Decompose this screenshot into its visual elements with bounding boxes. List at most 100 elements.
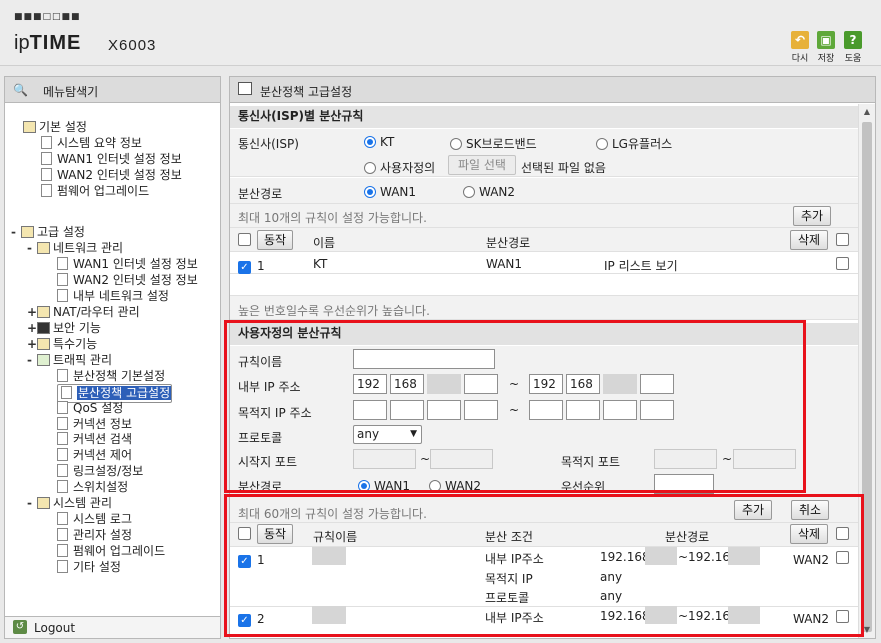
dest-ip-end-4[interactable] xyxy=(640,400,674,420)
start-port-to[interactable] xyxy=(430,449,493,469)
expand-toggle[interactable]: + xyxy=(27,305,37,319)
rule1-check[interactable]: ✓ xyxy=(238,551,251,568)
checkbox[interactable] xyxy=(836,527,849,540)
protocol-select[interactable]: any ▼ xyxy=(353,425,422,444)
save-button[interactable]: ▣ 저장 xyxy=(815,31,837,64)
inner-ip-start-3[interactable] xyxy=(427,374,461,394)
menu-item-system-summary[interactable]: 시스템 요약 정보 xyxy=(41,136,142,150)
logout-bar[interactable]: ↺ Logout xyxy=(5,616,220,638)
inner-ip-start-2[interactable]: 168 xyxy=(390,374,424,394)
radio-wan2[interactable] xyxy=(429,480,441,492)
custom-route-wan2[interactable]: WAN2 xyxy=(429,479,481,493)
checkbox[interactable] xyxy=(836,551,849,564)
menu-item-qos[interactable]: QoS 설정 xyxy=(57,401,123,415)
menu-item-link[interactable]: 링크설정/정보 xyxy=(57,464,143,478)
expand-toggle[interactable]: + xyxy=(27,337,37,351)
inner-ip-end-2[interactable]: 168 xyxy=(566,374,600,394)
menu-item-wan1-info[interactable]: WAN1 인터넷 설정 정보 xyxy=(41,152,182,166)
dest-ip-end-3[interactable] xyxy=(603,400,637,420)
isp-row-ip-list-link[interactable]: IP 리스트 보기 xyxy=(604,257,678,274)
checkbox-checked[interactable]: ✓ xyxy=(238,614,251,627)
menu-item-adv-wan1[interactable]: WAN1 인터넷 설정 정보 xyxy=(57,257,198,271)
isp-delete-button[interactable]: 삭제 xyxy=(790,230,828,250)
menu-item-etc[interactable]: 기타 설정 xyxy=(57,560,121,574)
isp-option-kt[interactable]: KT xyxy=(364,135,394,149)
menu-item-lan[interactable]: 내부 네트워크 설정 xyxy=(57,289,169,303)
rule-name-input[interactable] xyxy=(353,349,495,369)
rule2-delete-check[interactable] xyxy=(836,610,849,624)
menu-item-switch[interactable]: 스위치설정 xyxy=(57,480,128,494)
inner-ip-end-3[interactable] xyxy=(603,374,637,394)
radio-lg[interactable] xyxy=(596,138,608,150)
menu-item-conn-search[interactable]: 커넥션 검색 xyxy=(57,432,132,446)
menu-item-lb-basic[interactable]: 분산정책 기본설정 xyxy=(57,369,165,383)
menu-item-firmware-basic[interactable]: 펌웨어 업그레이드 xyxy=(41,184,149,198)
checkbox[interactable] xyxy=(836,610,849,623)
menu-item-syslog[interactable]: 시스템 로그 xyxy=(57,512,132,526)
back-button[interactable]: ↶ 다시 xyxy=(789,31,811,64)
checkbox[interactable] xyxy=(836,233,849,246)
menu-advanced-settings[interactable]: - 고급 설정 xyxy=(11,225,85,239)
menu-special[interactable]: + 특수기능 xyxy=(27,337,97,351)
isp-row-delete-check[interactable] xyxy=(836,257,849,271)
menu-basic-settings[interactable]: 기본 설정 xyxy=(23,120,87,134)
start-port-from[interactable] xyxy=(353,449,416,469)
radio-wan2[interactable] xyxy=(463,186,475,198)
radio-wan1[interactable] xyxy=(358,480,370,492)
checkbox[interactable] xyxy=(238,527,251,540)
expand-toggle[interactable]: + xyxy=(27,321,37,335)
custom-route-wan1[interactable]: WAN1 xyxy=(358,479,410,493)
dest-ip-start-3[interactable] xyxy=(427,400,461,420)
help-button[interactable]: ? 도움 xyxy=(842,31,864,64)
rules-delete-button[interactable]: 삭제 xyxy=(790,524,828,544)
dest-ip-end-2[interactable] xyxy=(566,400,600,420)
dest-ip-end-1[interactable] xyxy=(529,400,563,420)
file-select-button[interactable]: 파일 선택 xyxy=(448,155,516,175)
menu-item-conn-control[interactable]: 커넥션 제어 xyxy=(57,448,132,462)
isp-delete-all-check[interactable] xyxy=(836,233,849,247)
isp-row-check[interactable]: ✓ xyxy=(238,257,251,274)
rules-cancel-button[interactable]: 취소 xyxy=(791,500,829,520)
menu-system-mgmt[interactable]: - 시스템 관리 xyxy=(27,496,112,510)
isp-option-lg[interactable]: LG유플러스 xyxy=(596,135,672,152)
radio-custom[interactable] xyxy=(364,162,376,174)
collapse-toggle[interactable]: - xyxy=(27,241,37,255)
isp-action-button[interactable]: 동작 xyxy=(257,230,293,250)
checkbox[interactable] xyxy=(836,257,849,270)
menu-security[interactable]: + 보안 기능 xyxy=(27,321,101,335)
inner-ip-end-1[interactable]: 192 xyxy=(529,374,563,394)
menu-nat-router[interactable]: + NAT/라우터 관리 xyxy=(27,305,140,319)
inner-ip-start-1[interactable]: 192 xyxy=(353,374,387,394)
radio-wan1[interactable] xyxy=(364,186,376,198)
collapse-toggle[interactable]: - xyxy=(27,496,37,510)
collapse-toggle[interactable]: - xyxy=(27,353,37,367)
checkbox[interactable] xyxy=(238,233,251,246)
rules-action-button[interactable]: 동작 xyxy=(257,524,293,544)
scroll-thumb[interactable] xyxy=(862,122,872,632)
checkbox-checked[interactable]: ✓ xyxy=(238,555,251,568)
menu-traffic[interactable]: - 트래픽 관리 xyxy=(27,353,112,367)
dest-ip-start-2[interactable] xyxy=(390,400,424,420)
rules-select-all[interactable] xyxy=(238,527,251,541)
logout-link[interactable]: Logout xyxy=(34,621,75,635)
scroll-up-icon[interactable]: ▲ xyxy=(859,104,875,120)
isp-select-all[interactable] xyxy=(238,233,251,247)
rules-delete-all-check[interactable] xyxy=(836,527,849,541)
radio-kt[interactable] xyxy=(364,136,376,148)
dest-ip-start-4[interactable] xyxy=(464,400,498,420)
menu-item-admin[interactable]: 관리자 설정 xyxy=(57,528,132,542)
isp-add-button[interactable]: 추가 xyxy=(793,206,831,226)
isp-option-custom[interactable]: 사용자정의 xyxy=(364,159,435,176)
menu-network-mgmt[interactable]: - 네트워크 관리 xyxy=(27,241,123,255)
rule1-delete-check[interactable] xyxy=(836,551,849,565)
menu-item-wan2-info[interactable]: WAN2 인터넷 설정 정보 xyxy=(41,168,182,182)
inner-ip-end-4[interactable] xyxy=(640,374,674,394)
menu-item-firmware[interactable]: 펌웨어 업그레이드 xyxy=(57,544,165,558)
rule2-check[interactable]: ✓ xyxy=(238,610,251,627)
dest-ip-start-1[interactable] xyxy=(353,400,387,420)
rules-add-button[interactable]: 추가 xyxy=(734,500,772,520)
route-option-wan2[interactable]: WAN2 xyxy=(463,185,515,199)
dest-port-to[interactable] xyxy=(733,449,796,469)
checkbox-checked[interactable]: ✓ xyxy=(238,261,251,274)
inner-ip-start-4[interactable] xyxy=(464,374,498,394)
